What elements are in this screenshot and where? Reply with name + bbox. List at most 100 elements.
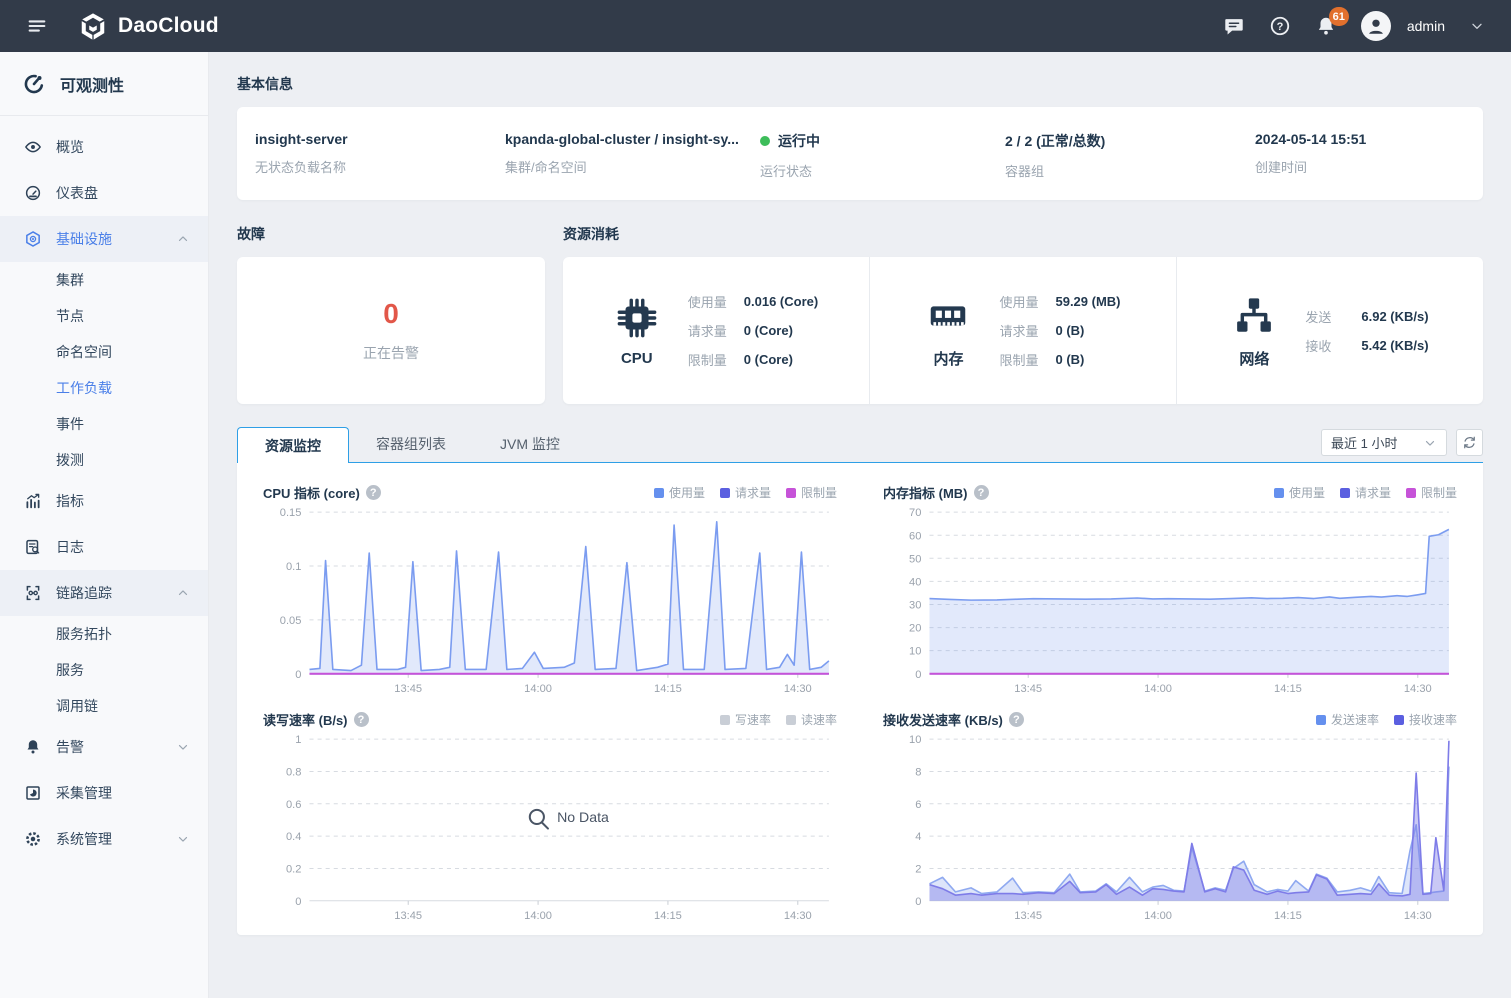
legend-item[interactable]: 读速率 xyxy=(786,711,837,728)
sidebar-item-workloads[interactable]: 工作负载 xyxy=(0,370,208,406)
message-icon[interactable] xyxy=(1223,15,1245,37)
legend-item[interactable]: 请求量 xyxy=(720,484,771,501)
legend-swatch xyxy=(1316,715,1326,725)
legend-item[interactable]: 使用量 xyxy=(654,484,705,501)
svg-text:40: 40 xyxy=(909,576,921,588)
sidebar-item-traces[interactable]: 调用链 xyxy=(0,688,208,724)
sidebar-item-events[interactable]: 事件 xyxy=(0,406,208,442)
legend-label: 发送速率 xyxy=(1331,711,1379,728)
legend-item[interactable]: 写速率 xyxy=(720,711,771,728)
network-rate-chart-legend: 发送速率接收速率 xyxy=(1316,711,1457,728)
refresh-button[interactable] xyxy=(1456,429,1483,456)
sidebar-subitem-label: 服务 xyxy=(56,660,84,680)
sidebar-item-dashboard[interactable]: 仪表盘 xyxy=(0,170,208,216)
svg-text:0: 0 xyxy=(915,669,921,681)
network-receive-label: 接收 xyxy=(1305,336,1349,355)
svg-text:14:15: 14:15 xyxy=(1274,910,1302,922)
menu-icon[interactable] xyxy=(26,15,48,37)
sidebar-item-tracing[interactable]: 链路追踪 xyxy=(0,570,208,616)
legend-label: 限制量 xyxy=(801,484,837,501)
memory-usage-value: 59.29 (MB) xyxy=(1055,294,1120,309)
sidebar-item-namespaces[interactable]: 命名空间 xyxy=(0,334,208,370)
legend-item[interactable]: 请求量 xyxy=(1340,484,1391,501)
sidebar-item-service-topology[interactable]: 服务拓扑 xyxy=(0,616,208,652)
network-resource-group: 网络 发送6.92 (KB/s) 接收5.42 (KB/s) xyxy=(1176,257,1483,404)
cpu-group-name: CPU xyxy=(621,350,653,367)
sidebar: 可观测性 概览 仪表盘 基础设施 集群 节点 命名空间 工作负载 事件 拨测 指… xyxy=(0,52,209,998)
sidebar-module-header[interactable]: 可观测性 xyxy=(0,52,208,116)
help-icon[interactable]: ? xyxy=(974,485,989,500)
legend-swatch xyxy=(786,715,796,725)
sidebar-item-alerts[interactable]: 告警 xyxy=(0,724,208,770)
legend-item[interactable]: 发送速率 xyxy=(1316,711,1379,728)
svg-text:14:15: 14:15 xyxy=(654,910,682,922)
status-dot xyxy=(760,136,770,146)
sidebar-item-infrastructure[interactable]: 基础设施 xyxy=(0,216,208,262)
legend-label: 写速率 xyxy=(735,711,771,728)
time-range-select[interactable]: 最近 1 小时 xyxy=(1321,429,1447,456)
brand-logo[interactable]: DaoCloud xyxy=(78,11,219,41)
tab-pod-list[interactable]: 容器组列表 xyxy=(349,426,473,462)
svg-text:0: 0 xyxy=(295,896,301,908)
svg-text:30: 30 xyxy=(909,600,921,612)
disk-io-chart-legend: 写速率读速率 xyxy=(720,711,837,728)
sidebar-item-nodes[interactable]: 节点 xyxy=(0,298,208,334)
legend-swatch xyxy=(1394,715,1404,725)
svg-text:60: 60 xyxy=(909,530,921,542)
memory-chart: 内存指标 (MB) ? 使用量请求量限制量 01020304050607013:… xyxy=(883,477,1457,704)
legend-item[interactable]: 接收速率 xyxy=(1394,711,1457,728)
svg-text:4: 4 xyxy=(915,831,921,843)
memory-chart-canvas[interactable]: 01020304050607013:4514:0014:1514:30 xyxy=(883,502,1457,704)
settings-icon xyxy=(24,830,42,848)
disk-io-chart-canvas[interactable]: 00.20.40.60.8113:4514:0014:1514:30No Dat… xyxy=(263,729,837,931)
svg-text:14:30: 14:30 xyxy=(1404,910,1432,922)
sidebar-item-label: 系统管理 xyxy=(56,829,112,849)
sidebar-item-probes[interactable]: 拨测 xyxy=(0,442,208,478)
cpu-chart-title: CPU 指标 (core) xyxy=(263,483,360,502)
sidebar-item-label: 指标 xyxy=(56,491,84,511)
sidebar-item-services[interactable]: 服务 xyxy=(0,652,208,688)
help-icon[interactable]: ? xyxy=(1269,15,1291,37)
pods-label: 容器组 xyxy=(1005,161,1255,180)
tab-resource-monitoring[interactable]: 资源监控 xyxy=(237,427,349,463)
network-rate-chart-canvas[interactable]: 024681013:4514:0014:1514:30 xyxy=(883,729,1457,931)
legend-swatch xyxy=(654,488,664,498)
help-icon[interactable]: ? xyxy=(354,712,369,727)
alert-icon xyxy=(24,738,42,756)
basic-info-title: 基本信息 xyxy=(237,74,1483,94)
svg-text:14:30: 14:30 xyxy=(1404,683,1432,695)
legend-item[interactable]: 使用量 xyxy=(1274,484,1325,501)
sidebar-item-collection[interactable]: 采集管理 xyxy=(0,770,208,816)
sidebar-item-metrics[interactable]: 指标 xyxy=(0,478,208,524)
svg-text:20: 20 xyxy=(909,623,921,635)
basic-info-card: insight-server 无状态负载名称 kpanda-global-clu… xyxy=(237,107,1483,200)
network-receive-value: 5.42 (KB/s) xyxy=(1361,338,1428,353)
svg-text:2: 2 xyxy=(915,864,921,876)
legend-item[interactable]: 限制量 xyxy=(786,484,837,501)
tab-jvm-monitoring[interactable]: JVM 监控 xyxy=(473,426,587,462)
info-field-pods: 2 / 2 (正常/总数) 容器组 xyxy=(1005,131,1255,180)
cpu-usage-label: 使用量 xyxy=(688,292,732,311)
legend-label: 请求量 xyxy=(1355,484,1391,501)
brand-name: DaoCloud xyxy=(118,14,219,38)
pods-value: 2 / 2 (正常/总数) xyxy=(1005,131,1255,151)
svg-text:0.6: 0.6 xyxy=(286,799,301,811)
cpu-chart: CPU 指标 (core) ? 使用量请求量 限制量 00.050.10.1513… xyxy=(263,477,837,704)
notifications-bell-icon[interactable]: 61 xyxy=(1315,15,1337,37)
memory-group-name: 内存 xyxy=(933,348,963,369)
legend-item[interactable]: 限制量 xyxy=(1406,484,1457,501)
cpu-chart-canvas[interactable]: 00.050.10.1513:4514:0014:1514:30 xyxy=(263,502,837,704)
dashboard-icon xyxy=(24,184,42,202)
sidebar-item-system-settings[interactable]: 系统管理 xyxy=(0,816,208,862)
legend-swatch xyxy=(720,488,730,498)
avatar[interactable] xyxy=(1361,11,1391,41)
user-menu-chevron-down-icon[interactable] xyxy=(1469,18,1485,34)
sidebar-item-clusters[interactable]: 集群 xyxy=(0,262,208,298)
chevron-up-icon xyxy=(176,586,190,600)
help-icon[interactable]: ? xyxy=(1009,712,1024,727)
sidebar-item-overview[interactable]: 概览 xyxy=(0,124,208,170)
sidebar-item-logs[interactable]: 日志 xyxy=(0,524,208,570)
help-icon[interactable]: ? xyxy=(366,485,381,500)
svg-text:14:30: 14:30 xyxy=(784,910,812,922)
sidebar-item-label: 告警 xyxy=(56,737,84,757)
